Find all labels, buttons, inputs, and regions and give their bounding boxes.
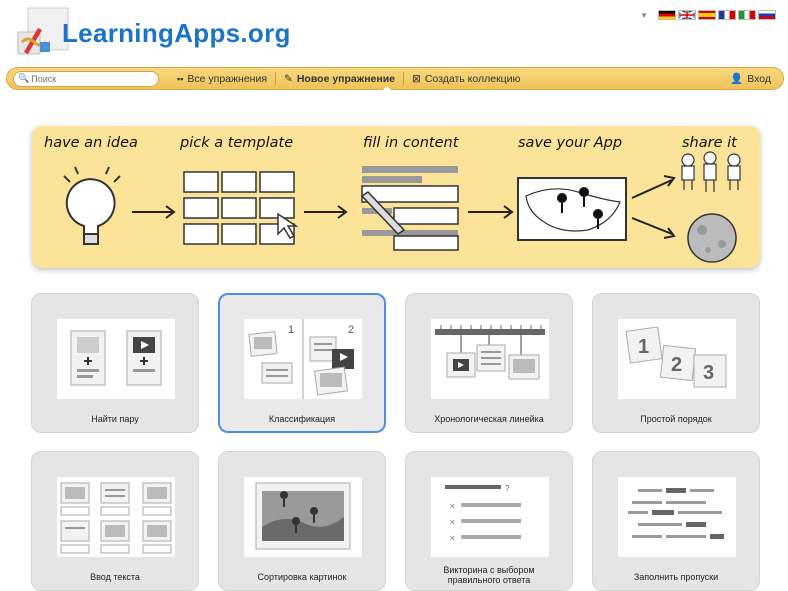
flag-ru-icon[interactable] — [758, 10, 776, 20]
template-card-label-line1: Викторина с выбором — [443, 565, 535, 575]
svg-text:1: 1 — [638, 336, 649, 358]
quiz-thumbnail-icon: ? ✕ ✕ ✕ — [431, 477, 549, 557]
template-card-fill-gaps[interactable]: Заполнить пропуски — [592, 451, 760, 591]
template-card-timeline[interactable]: Хронологическая линейка — [405, 293, 573, 433]
svg-text:?: ? — [505, 484, 510, 493]
template-card-label: Ввод текста — [90, 572, 140, 582]
nav-all-exercises-label: Все упражнения — [187, 72, 268, 85]
svg-text:✕: ✕ — [449, 502, 456, 511]
flag-fr-icon[interactable] — [718, 10, 736, 20]
flag-it-icon[interactable] — [738, 10, 756, 20]
active-tab-indicator — [383, 86, 391, 90]
main-navbar: 🔍 ▪▪ Все упражнения ✎ Новое упражнение ⊠… — [6, 67, 784, 90]
map-icon — [517, 177, 627, 241]
globe-icon — [687, 213, 737, 263]
template-card-pairs[interactable]: Найти пару — [31, 293, 199, 433]
language-dropdown-icon[interactable]: ▼ — [640, 11, 648, 20]
template-card-label-line2: правильного ответа — [447, 575, 531, 585]
timeline-thumbnail-icon — [431, 319, 549, 399]
people-icon — [681, 151, 741, 192]
template-card-text-input[interactable]: Ввод текста — [31, 451, 199, 591]
simple-order-thumbnail-icon: 1 2 3 — [618, 319, 736, 399]
svg-text:✕: ✕ — [449, 534, 456, 543]
how-it-works-banner: have an idea pick a template fill in con… — [32, 126, 760, 268]
template-card-label: Сортировка картинок — [257, 572, 347, 582]
flag-en-icon[interactable] — [678, 10, 696, 20]
nav-create-collection-label: Создать коллекцию — [424, 72, 521, 85]
login-link[interactable]: 👤 Вход — [730, 72, 771, 86]
header: LearningApps.org ▼ — [0, 0, 788, 68]
template-card-image-sort[interactable]: Сортировка картинок — [218, 451, 386, 591]
flag-es-icon[interactable] — [698, 10, 716, 20]
flag-de-icon[interactable] — [658, 10, 676, 20]
lightbulb-icon — [63, 166, 121, 245]
nav-all-exercises[interactable]: ▪▪ Все упражнения — [169, 73, 275, 85]
svg-text:2: 2 — [348, 324, 354, 336]
text-input-thumbnail-icon — [57, 477, 175, 557]
template-card-quiz[interactable]: ? ✕ ✕ ✕ Викторина с выбором правильного … — [405, 451, 573, 591]
fill-gaps-thumbnail-icon — [618, 477, 736, 557]
template-card-label: Хронологическая линейка — [434, 414, 544, 424]
template-card-label: Найти пару — [91, 414, 139, 424]
content-form-icon — [360, 166, 459, 251]
banner-illustration — [63, 151, 741, 263]
logo-text[interactable]: LearningApps.org — [62, 18, 291, 49]
pencil-icon: ✎ — [284, 72, 293, 85]
search-input[interactable] — [31, 73, 152, 84]
template-card-label: Заполнить пропуски — [633, 572, 719, 582]
template-grid-icon — [183, 171, 299, 245]
svg-text:2: 2 — [671, 354, 682, 376]
nav-new-exercise-label: Новое упражнение — [296, 72, 396, 85]
svg-text:✕: ✕ — [449, 518, 456, 527]
pairs-thumbnail-icon — [57, 319, 175, 399]
svg-text:3: 3 — [703, 362, 714, 384]
collection-icon: ⊠ — [412, 72, 421, 85]
search-box[interactable]: 🔍 — [13, 70, 159, 87]
image-sort-thumbnail-icon — [244, 477, 362, 557]
search-icon: 🔍 — [18, 73, 30, 83]
classification-thumbnail-icon: 1 2 — [244, 319, 362, 399]
login-label: Вход — [747, 72, 771, 85]
nav-new-exercise[interactable]: ✎ Новое упражнение — [276, 73, 403, 85]
template-card-classification[interactable]: 1 2 Классификация — [218, 293, 386, 433]
svg-text:1: 1 — [288, 324, 294, 336]
language-bar: ▼ — [640, 10, 776, 20]
template-card-label: Классификация — [268, 414, 336, 424]
grid-icon: ▪▪ — [177, 73, 184, 84]
template-card-label: Простой порядок — [640, 414, 712, 424]
nav-create-collection[interactable]: ⊠ Создать коллекцию — [404, 73, 528, 85]
template-card-simple-order[interactable]: 1 2 3 Простой порядок — [592, 293, 760, 433]
user-icon: 👤 — [730, 73, 744, 85]
